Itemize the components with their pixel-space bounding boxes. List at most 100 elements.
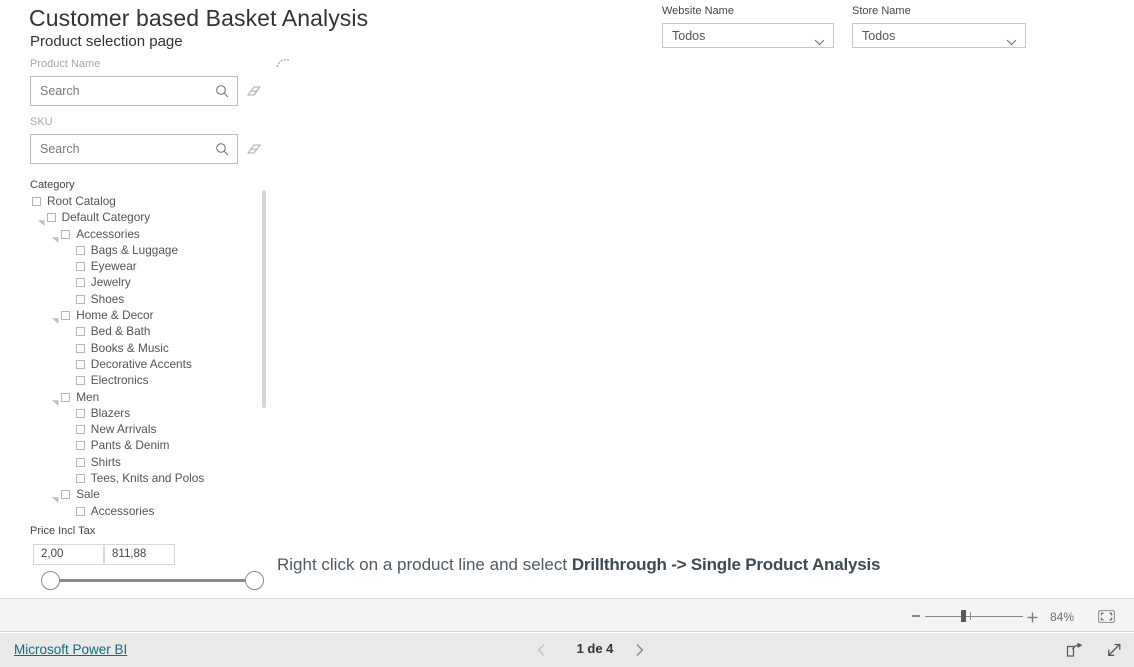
- price-incl-tax-label: Price Incl Tax: [30, 525, 96, 537]
- category-checkbox[interactable]: [75, 376, 85, 386]
- price-slider-track[interactable]: [52, 579, 254, 582]
- zoom-slider-thumb[interactable]: [961, 610, 966, 622]
- category-tree-item[interactable]: Bags & Luggage: [30, 242, 270, 258]
- search-icon: [215, 142, 229, 156]
- category-tree-item[interactable]: Men: [30, 389, 270, 406]
- expand-collapse-icon[interactable]: [52, 491, 59, 504]
- expand-collapse-icon[interactable]: [52, 312, 59, 325]
- category-tree-item[interactable]: Shoes: [30, 291, 270, 307]
- category-tree-item[interactable]: Pants & Denim: [30, 437, 270, 453]
- page-subtitle: Product selection page: [30, 33, 183, 50]
- category-tree-item[interactable]: Blazers: [30, 405, 270, 421]
- sku-search-input[interactable]: Search: [30, 134, 238, 164]
- category-checkbox[interactable]: [32, 197, 41, 206]
- category-tree-item[interactable]: New Arrivals: [30, 421, 270, 437]
- category-checkbox[interactable]: [75, 359, 85, 369]
- sku-placeholder: Search: [40, 142, 80, 156]
- category-tree[interactable]: Root Catalog Default Category Accessories B…: [30, 193, 270, 518]
- expand-collapse-icon[interactable]: [37, 214, 45, 227]
- store-name-dropdown[interactable]: Todos: [852, 23, 1026, 48]
- category-item-label: Root Catalog: [47, 194, 116, 208]
- category-checkbox[interactable]: [75, 294, 85, 304]
- category-tree-item[interactable]: Electronics: [30, 372, 270, 388]
- category-checkbox[interactable]: [61, 311, 71, 321]
- product-name-clear-eraser-icon[interactable]: [245, 84, 263, 98]
- powerbi-brand-link[interactable]: Microsoft Power BI: [14, 642, 127, 657]
- category-tree-scrollbar[interactable]: [262, 190, 266, 408]
- lasso-artifact-icon: [276, 55, 290, 68]
- product-name-search-input[interactable]: Search: [30, 76, 238, 106]
- category-tree-item[interactable]: Home & Decor: [30, 307, 270, 325]
- category-item-label: Electronics: [90, 373, 149, 388]
- category-tree-item[interactable]: Shirts: [30, 454, 270, 470]
- chevron-down-icon: [1006, 33, 1017, 46]
- category-item-label: Bags & Luggage: [90, 242, 179, 257]
- expand-collapse-icon[interactable]: [52, 394, 59, 406]
- share-icon[interactable]: [1066, 642, 1083, 658]
- category-checkbox[interactable]: [75, 425, 85, 435]
- category-checkbox[interactable]: [61, 490, 71, 500]
- category-checkbox[interactable]: [46, 213, 56, 223]
- website-name-dropdown[interactable]: Todos: [662, 23, 834, 48]
- category-tree-item[interactable]: Sale: [30, 486, 270, 504]
- category-checkbox[interactable]: [75, 278, 85, 288]
- category-checkbox[interactable]: [61, 392, 71, 402]
- page-navigator: 1 de 4: [536, 641, 646, 661]
- website-name-label: Website Name: [662, 5, 734, 17]
- category-checkbox[interactable]: [75, 457, 85, 467]
- category-tree-item[interactable]: Books & Music: [30, 340, 270, 356]
- category-tree-item[interactable]: Tees, Knits and Polos: [30, 470, 270, 486]
- category-checkbox[interactable]: [75, 245, 85, 255]
- instruction-prefix: Right click on a product line and select: [277, 555, 572, 574]
- category-label: Category: [30, 179, 75, 191]
- price-slider-max-handle[interactable]: [245, 571, 264, 590]
- page-title: Customer based Basket Analysis: [29, 5, 369, 31]
- zoom-slider-track[interactable]: [925, 615, 1023, 617]
- category-item-label: Pants & Denim: [90, 438, 170, 453]
- zoom-out-button[interactable]: [912, 615, 920, 617]
- category-checkbox[interactable]: [75, 343, 85, 353]
- category-checkbox[interactable]: [75, 327, 85, 337]
- category-item-label: Blazers: [90, 405, 131, 420]
- price-slider-min-handle[interactable]: [41, 571, 60, 590]
- category-item-label: Bed & Bath: [90, 324, 151, 339]
- fit-to-page-icon[interactable]: [1098, 610, 1115, 623]
- category-checkbox[interactable]: [75, 262, 85, 272]
- category-tree-item[interactable]: Decorative Accents: [30, 356, 270, 372]
- expand-collapse-icon[interactable]: [52, 231, 59, 243]
- category-tree-item[interactable]: Root Catalog: [30, 193, 270, 209]
- category-tree-item[interactable]: Bed & Bath: [30, 323, 270, 339]
- previous-page-button[interactable]: [536, 643, 548, 657]
- category-tree-item[interactable]: Default Category: [30, 209, 270, 227]
- drillthrough-instruction: Right click on a product line and select…: [277, 555, 880, 575]
- zoom-in-button[interactable]: [1027, 610, 1038, 623]
- category-tree-item[interactable]: Accessories: [30, 226, 270, 243]
- fullscreen-icon[interactable]: [1106, 642, 1123, 658]
- sku-clear-eraser-icon[interactable]: [245, 142, 263, 156]
- category-tree-item[interactable]: Eyewear: [30, 258, 270, 274]
- zoom-bar: 84%: [0, 598, 1134, 632]
- category-checkbox[interactable]: [75, 474, 85, 484]
- chevron-down-icon: [814, 33, 825, 46]
- zoom-percent-label: 84%: [1050, 610, 1075, 624]
- category-item-label: New Arrivals: [90, 422, 157, 437]
- category-item-label: Eyewear: [90, 259, 137, 274]
- next-page-button[interactable]: [633, 643, 645, 657]
- category-item-label: Accessories: [76, 226, 140, 241]
- category-item-label: Home & Decor: [76, 308, 154, 323]
- category-checkbox[interactable]: [75, 408, 85, 418]
- category-tree-item[interactable]: Accessories: [30, 503, 270, 518]
- category-checkbox[interactable]: [75, 506, 85, 516]
- store-name-value: Todos: [862, 28, 896, 43]
- price-min-input[interactable]: 2,00: [33, 544, 104, 565]
- price-max-input[interactable]: 811,88: [104, 544, 175, 565]
- category-tree-item[interactable]: Jewelry: [30, 274, 270, 290]
- category-checkbox[interactable]: [75, 441, 85, 451]
- search-icon: [215, 84, 229, 98]
- report-footer: Microsoft Power BI 1 de 4: [0, 633, 1134, 667]
- category-item-label: Decorative Accents: [90, 356, 192, 371]
- category-checkbox[interactable]: [61, 229, 71, 239]
- store-name-label: Store Name: [852, 5, 911, 17]
- category-item-label: Accessories: [90, 503, 155, 518]
- category-item-label: Jewelry: [90, 275, 131, 290]
